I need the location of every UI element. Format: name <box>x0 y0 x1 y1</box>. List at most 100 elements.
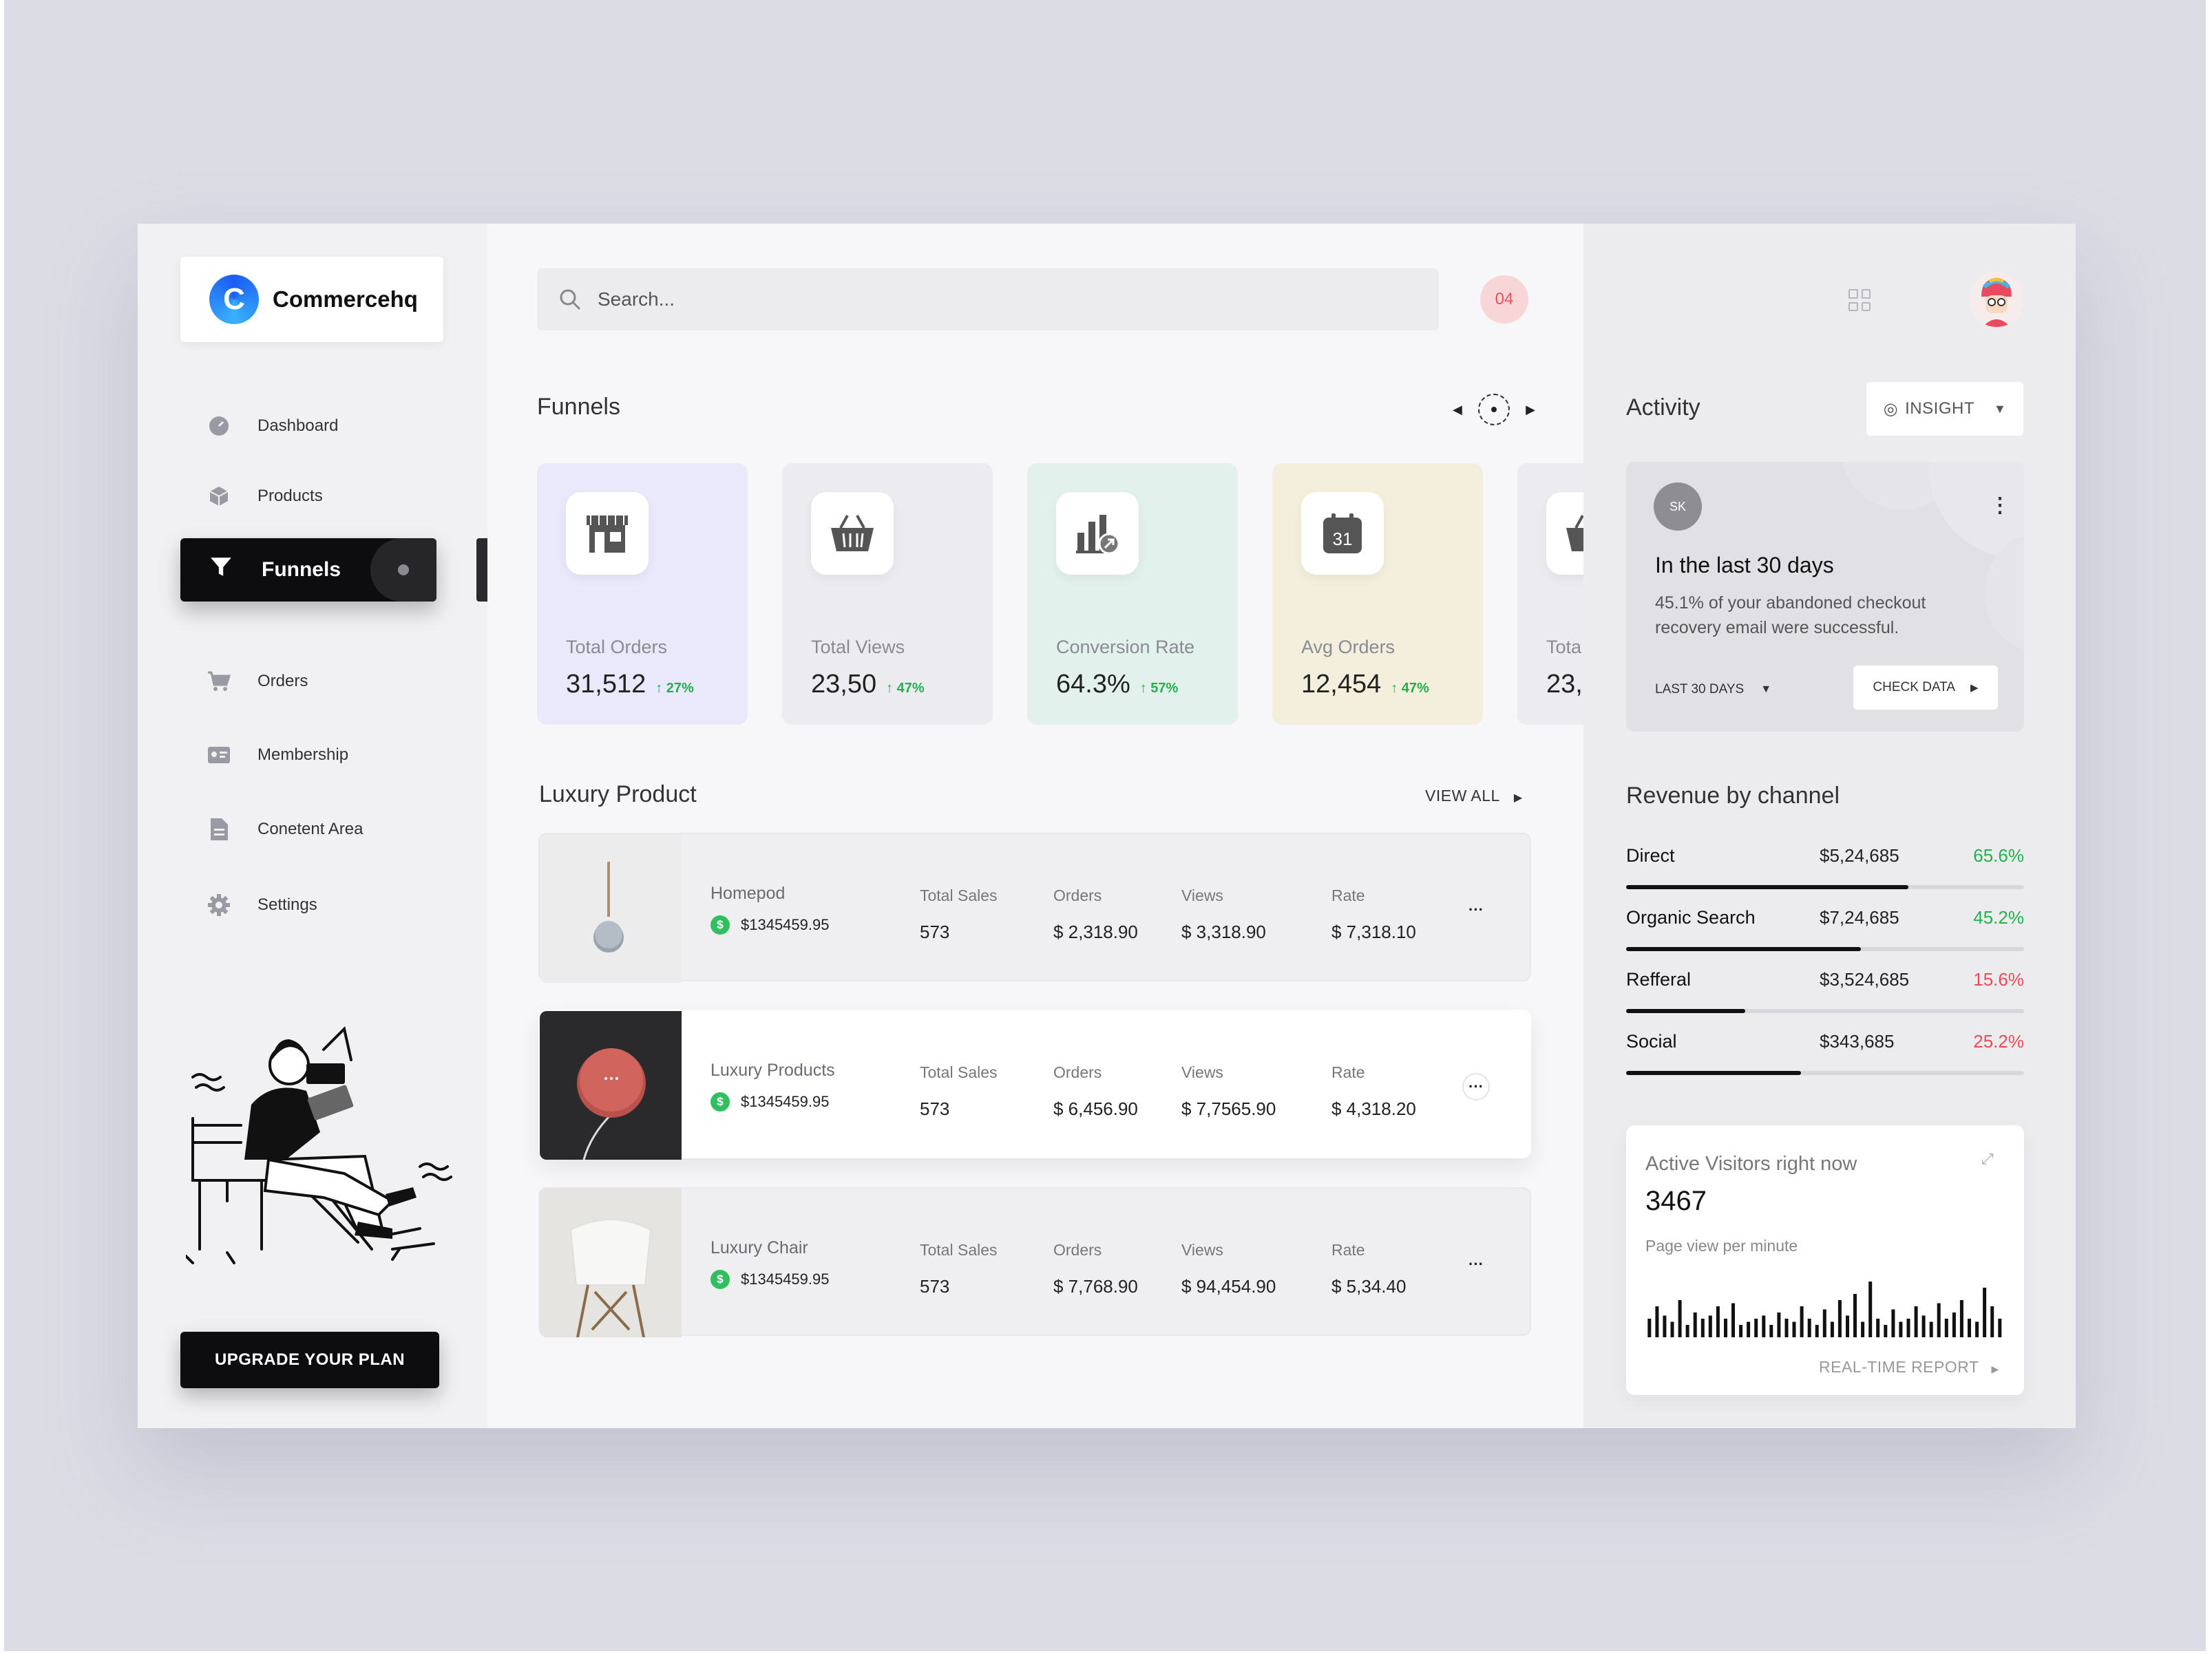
page-view-bar <box>1769 1325 1773 1337</box>
page-view-bar <box>1998 1319 2002 1337</box>
orders-column: Orders $ 7,768.90 <box>1053 1241 1138 1297</box>
page-view-bar <box>1968 1319 1971 1337</box>
revenue-row: Direct $5,24,685 65.6% <box>1626 840 2024 903</box>
total-sales-column: Total Sales 573 <box>920 1063 998 1119</box>
sidebar-item-membership[interactable]: Membership <box>207 734 348 776</box>
page-view-bar <box>1952 1312 1956 1337</box>
product-row[interactable]: Homepod $ $1345459.95 Total Sales 573 Orde… <box>538 833 1531 983</box>
page-view-bar <box>1846 1315 1849 1337</box>
channel-progress-fill <box>1626 885 1909 889</box>
page-view-bar <box>1906 1319 1910 1337</box>
sidebar-item-label: Products <box>257 487 323 505</box>
activity-card-description: 45.1% of your abandoned checkout recover… <box>1655 593 1926 637</box>
insight-dropdown[interactable]: ◎ INSIGHT ▼ <box>1866 382 2023 436</box>
homepod-image <box>540 834 682 983</box>
product-row[interactable]: Luxury Products $ $1345459.95 Total Sales… <box>538 1010 1531 1160</box>
sidebar-item-dashboard[interactable]: Dashboard <box>207 405 338 447</box>
brand-logo[interactable]: C Commercehq <box>180 257 443 342</box>
sidebar-item-funnels[interactable]: Funnels <box>180 538 436 602</box>
logo-icon: C <box>209 275 259 324</box>
change-indicator: ↑ 47% <box>1391 681 1429 696</box>
channel-progress-track <box>1626 1071 2024 1075</box>
page-view-bar <box>1891 1309 1895 1337</box>
funnel-card-total-orders[interactable]: Total Orders 31,512 ↑ 27% <box>537 463 748 725</box>
next-arrow-icon[interactable]: ▶ <box>1526 403 1535 417</box>
eye-icon: ◎ <box>1883 399 1899 418</box>
change-indicator: ↑ 27% <box>655 681 694 696</box>
product-price: $ $1345459.95 <box>710 915 829 935</box>
expand-icon[interactable]: ⤢ <box>1981 1150 1994 1168</box>
page-view-bar <box>1822 1309 1826 1337</box>
real-time-report-link[interactable]: REAL-TIME REPORT ▶ <box>1819 1358 1999 1376</box>
calendar-icon: 31 <box>1301 492 1384 575</box>
sidebar-item-label: Conetent Area <box>257 820 364 838</box>
sidebar-item-label: Funnels <box>262 558 341 581</box>
page-view-bar <box>1754 1319 1758 1337</box>
dashboard-window: C Commercehq Dashboard Products Funnels <box>138 224 2076 1428</box>
upgrade-plan-button[interactable]: UPGRADE YOUR PLAN <box>180 1332 439 1388</box>
revenue-row: Organic Search $7,24,685 45.2% <box>1626 902 2024 965</box>
page-view-bar <box>1762 1315 1766 1337</box>
activity-title: Activity <box>1626 394 1700 421</box>
funnel-card-label: Tota <box>1546 637 1582 657</box>
funnel-card-avg-orders[interactable]: 31 Avg Orders 12,454 ↑ 47% <box>1272 463 1483 725</box>
prev-arrow-icon[interactable]: ◀ <box>1453 403 1462 417</box>
grid-view-icon[interactable] <box>1848 289 1871 311</box>
more-options-icon[interactable]: ··· <box>1462 1073 1490 1101</box>
funnel-card-value: 31,512 ↑ 27% <box>566 670 694 699</box>
funnel-card-conversion-rate[interactable]: Conversion Rate 64.3% ↑ 57% <box>1027 463 1238 725</box>
chevron-right-icon: ▶ <box>1970 682 1979 694</box>
channel-percent: 45.2% <box>1973 907 2024 928</box>
search-icon <box>560 289 581 310</box>
activity-card-title: In the last 30 days <box>1655 553 1834 577</box>
check-data-button[interactable]: CHECK DATA ▶ <box>1853 666 1998 710</box>
funnels-pager: ◀ ▶ <box>1453 392 1535 427</box>
page-view-bar <box>1937 1303 1941 1337</box>
id-card-icon <box>207 743 231 767</box>
sidebar-item-orders[interactable]: Orders <box>207 661 308 702</box>
dollar-icon: $ <box>710 1270 730 1289</box>
channel-progress-track <box>1626 1009 2024 1013</box>
visitors-subtitle: Page view per minute <box>1645 1237 1798 1255</box>
view-all-link[interactable]: VIEW ALL ▶ <box>1425 787 1523 805</box>
page-view-bar <box>1944 1319 1948 1337</box>
page-view-bar <box>1685 1325 1689 1337</box>
channel-percent: 65.6% <box>1973 845 2024 866</box>
more-options-icon[interactable]: ··· <box>1462 896 1490 924</box>
channel-name: Social <box>1626 1031 1677 1052</box>
page-view-bar <box>1815 1325 1819 1337</box>
brand-name: Commercehq <box>273 286 418 312</box>
funnel-card-total-views[interactable]: Total Views 23,50 ↑ 47% <box>782 463 993 725</box>
product-price: $ $1345459.95 <box>710 1092 829 1112</box>
user-avatar: SK <box>1654 482 1702 531</box>
page-view-bar <box>1663 1315 1667 1337</box>
orders-column: Orders $ 6,456.90 <box>1053 1063 1138 1119</box>
views-column: Views $ 7,7565.90 <box>1181 1063 1276 1119</box>
page-view-bar <box>1853 1294 1857 1337</box>
sidebar-item-settings[interactable]: Settings <box>207 884 317 926</box>
sidebar-item-content-area[interactable]: Conetent Area <box>207 809 363 850</box>
page-view-bar <box>1700 1319 1705 1337</box>
search-bar[interactable]: Search... <box>537 268 1439 330</box>
chevron-right-icon: ▶ <box>1513 792 1523 804</box>
page-view-bar <box>1830 1321 1834 1337</box>
page-view-bar <box>1861 1321 1865 1337</box>
revenue-row: Social $343,685 25.2% <box>1626 1025 2024 1089</box>
product-name: Luxury Products <box>710 1061 835 1080</box>
pager-indicator[interactable] <box>1478 394 1510 425</box>
page-views-bar-chart <box>1647 1282 2002 1337</box>
notification-badge[interactable]: 04 <box>1480 275 1528 323</box>
more-options-icon[interactable]: ··· <box>1462 1251 1490 1278</box>
chevron-down-icon: ▼ <box>1760 683 1772 695</box>
product-row[interactable]: Luxury Chair $ $1345459.95 Total Sales 573… <box>538 1187 1531 1337</box>
sidebar-item-products[interactable]: Products <box>207 476 323 517</box>
funnel-card-label: Avg Orders <box>1301 637 1395 657</box>
kebab-menu-icon[interactable]: ⋮ <box>1990 493 2010 518</box>
page-view-bar <box>1959 1300 1963 1337</box>
avatar[interactable] <box>1969 272 2024 327</box>
dollar-icon: $ <box>710 915 730 935</box>
funnel-card-value: 23, <box>1546 670 1583 699</box>
period-dropdown[interactable]: LAST 30 DAYS ▼ <box>1655 682 1771 697</box>
search-input[interactable]: Search... <box>598 288 675 310</box>
smart-speaker-image <box>540 1011 682 1160</box>
